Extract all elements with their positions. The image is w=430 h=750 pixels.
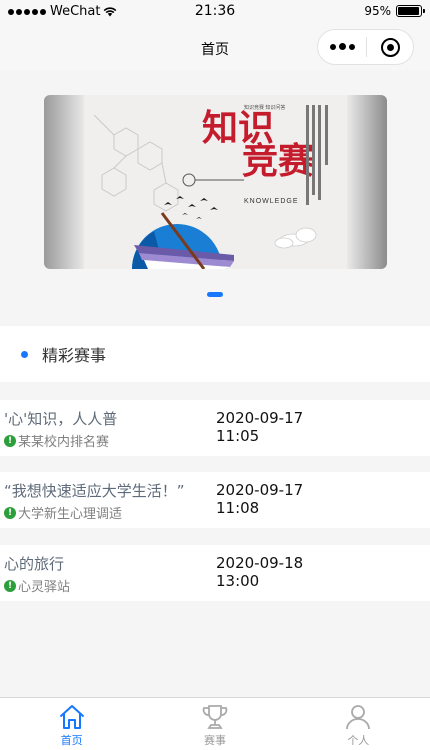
event-date: 2020-09-17 xyxy=(216,481,304,499)
home-icon xyxy=(59,705,84,729)
banner-image[interactable]: 知识 竞赛 KNOWLEDGE 知识竞赛 知识问答 xyxy=(44,95,387,269)
close-button[interactable] xyxy=(367,37,413,57)
battery-icon xyxy=(396,5,425,17)
event-date: 2020-09-18 xyxy=(216,554,304,572)
event-name: “我想快速适应大学生活！” xyxy=(4,482,185,500)
event-org-label: 心灵驿站 xyxy=(18,580,71,595)
event-org: ! 大学新生心理调适 xyxy=(4,503,122,522)
event-time: 11:08 xyxy=(216,499,260,517)
tab-contests[interactable]: 赛事 xyxy=(143,698,286,750)
banner-text-small: 知识竞赛 知识问答 xyxy=(244,104,285,111)
status-right: 95% xyxy=(364,4,425,18)
event-org-label: 某某校内排名赛 xyxy=(18,435,110,450)
banner-text-en: KNOWLEDGE xyxy=(244,198,299,205)
battery-percent: 95% xyxy=(364,4,391,18)
tab-bar: 首页 赛事 个人 xyxy=(0,697,430,750)
more-icon[interactable] xyxy=(318,43,366,51)
carousel-indicator xyxy=(0,292,430,297)
status-bar: WeChat 21:36 95% xyxy=(0,0,430,24)
event-org-label: 大学新生心理调适 xyxy=(18,507,123,522)
event-date: 2020-09-17 xyxy=(216,409,304,427)
event-datetime: 2020-09-17 11:08 xyxy=(216,481,303,517)
event-org: ! 某某校内排名赛 xyxy=(4,431,109,450)
section-bullet xyxy=(21,350,28,358)
event-name: 心的旅行 xyxy=(4,555,65,573)
tab-contests-label: 赛事 xyxy=(203,734,226,747)
event-time: 11:05 xyxy=(216,427,260,445)
section-title: 精彩赛事 xyxy=(42,346,107,365)
event-name: '心'知识，人人普 xyxy=(4,410,118,428)
section-header: 精彩赛事 xyxy=(0,326,430,382)
banner-text-contest: 竞赛 xyxy=(242,140,315,182)
banner-graphic: 知识 竞赛 KNOWLEDGE 知识竞赛 知识问答 xyxy=(44,95,387,269)
list-item[interactable]: '心'知识，人人普 ! 某某校内排名赛 2020-09-17 11:05 xyxy=(0,400,430,456)
tab-profile[interactable]: 个人 xyxy=(287,698,430,750)
carousel-dot-active[interactable] xyxy=(207,292,223,297)
event-datetime: 2020-09-17 11:05 xyxy=(216,409,303,445)
list-item[interactable]: 心的旅行 ! 心灵驿站 2020-09-18 13:00 xyxy=(0,545,430,601)
battery-fill xyxy=(398,7,419,15)
list-item[interactable]: “我想快速适应大学生活！” ! 大学新生心理调适 2020-09-17 11:0… xyxy=(0,472,430,528)
tab-home-label: 首页 xyxy=(60,734,83,747)
event-org: ! 心灵驿站 xyxy=(4,576,70,595)
tab-home[interactable]: 首页 xyxy=(0,698,143,750)
info-icon: ! xyxy=(4,434,16,447)
nav-bar: 首页 xyxy=(0,24,430,70)
tab-profile-label: 个人 xyxy=(347,734,370,747)
mini-program-capsule xyxy=(317,29,414,65)
event-time: 13:00 xyxy=(216,572,260,590)
info-icon: ! xyxy=(4,506,16,519)
info-icon: ! xyxy=(4,579,16,592)
close-icon xyxy=(380,37,400,57)
event-datetime: 2020-09-18 13:00 xyxy=(216,554,303,590)
user-icon xyxy=(346,705,371,730)
trophy-icon xyxy=(202,705,228,729)
banner-carousel: 知识 竞赛 KNOWLEDGE 知识竞赛 知识问答 xyxy=(0,70,430,320)
